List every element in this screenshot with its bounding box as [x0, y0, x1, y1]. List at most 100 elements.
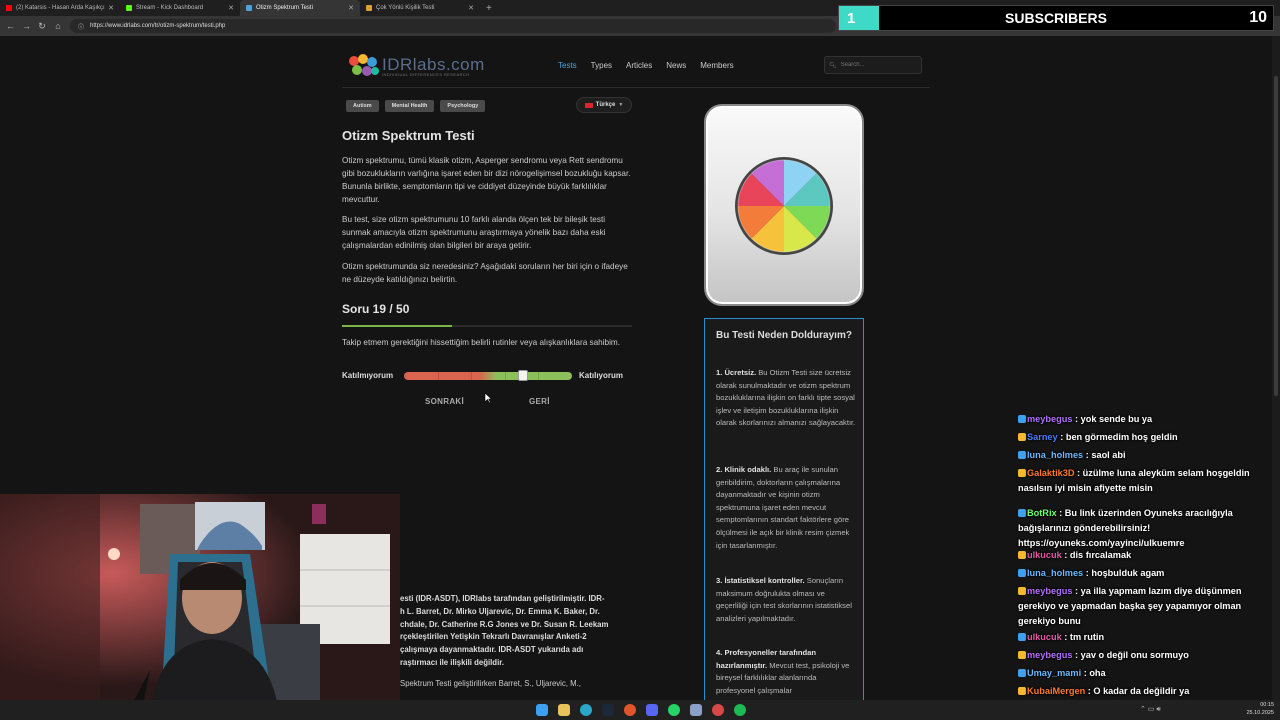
tag-autism[interactable]: Autism — [346, 100, 379, 112]
chat-badge-icon — [1018, 469, 1026, 477]
forward-arrow-icon[interactable]: → — [22, 21, 31, 31]
steam-icon[interactable] — [602, 704, 614, 716]
nav-types[interactable]: Types — [591, 61, 612, 70]
scale-disagree-label: Katılmıyorum — [342, 371, 394, 380]
tray-icons[interactable]: ⌃ ▭ 🔊︎ — [1140, 705, 1161, 714]
tag-psychology[interactable]: Psychology — [440, 100, 486, 112]
chat-username[interactable]: meybegus — [1027, 414, 1072, 424]
chat-username[interactable]: Umay_mami — [1027, 668, 1081, 678]
search-input[interactable] — [840, 62, 919, 68]
discord-icon[interactable] — [646, 704, 658, 716]
chat-badge-icon — [1018, 569, 1026, 577]
chat-message: luna_holmes : saol abi — [1018, 448, 1280, 463]
site-header: IDRlabs.com INDIVIDUAL DIFFERENCES RESEA… — [342, 48, 930, 88]
next-button[interactable]: SONRAKİ — [425, 397, 464, 406]
slider-thumb[interactable] — [518, 370, 528, 381]
chat-badge-icon — [1018, 415, 1026, 423]
app-icon[interactable] — [690, 704, 702, 716]
edge-icon[interactable] — [580, 704, 592, 716]
logo-dots-icon — [349, 54, 379, 76]
site-logo[interactable]: IDRlabs.com INDIVIDUAL DIFFERENCES RESEA… — [348, 52, 488, 80]
tab-otizm-spektrum[interactable]: Otizm Spektrum Testi ✕ — [240, 0, 360, 16]
windows-start-icon[interactable] — [536, 704, 548, 716]
tab-kick-dashboard[interactable]: Stream - Kick Dashboard ✕ — [120, 0, 240, 16]
file-explorer-icon[interactable] — [558, 704, 570, 716]
back-arrow-icon[interactable]: ← — [6, 21, 15, 31]
home-icon[interactable]: ⌂ — [54, 21, 62, 31]
chat-username[interactable]: ulkucuk — [1027, 632, 1062, 642]
why-item-statistical: 3. İstatistiksel kontroller. Sonuçların … — [716, 576, 852, 623]
stream-chat: meybegus : yok sende bu ya Sarney : ben g… — [1016, 412, 1280, 714]
nav-tests[interactable]: Tests — [558, 61, 577, 70]
chrome-icon[interactable] — [712, 704, 724, 716]
test-credits-text-2: Spektrum Testi geliştirilirken Barret, S… — [400, 679, 581, 688]
new-tab-button[interactable]: + — [480, 3, 492, 14]
chat-message: Galaktik3D : üzülme luna aleyküm selam h… — [1018, 468, 1250, 493]
tag-mental-health[interactable]: Mental Health — [384, 100, 435, 112]
chat-username[interactable]: luna_holmes — [1027, 568, 1083, 578]
subscriber-goal: 10 — [1249, 9, 1267, 26]
close-tab-icon[interactable]: ✕ — [108, 4, 114, 12]
language-select[interactable]: Türkçe ▼ — [576, 97, 632, 113]
question-progress-fill — [342, 325, 453, 327]
close-tab-icon[interactable]: ✕ — [348, 4, 354, 12]
webcam-image — [0, 494, 400, 720]
reload-icon[interactable]: ↻ — [38, 21, 46, 32]
screen: { "browser": { "tabs": [ {"label": "(2) … — [0, 0, 1280, 720]
chat-badge-icon — [1018, 687, 1026, 695]
nav-articles[interactable]: Articles — [626, 61, 652, 70]
chat-message: ulkucuk : tm rutin — [1018, 630, 1280, 645]
chat-message: meybegus : yok sende bu ya — [1018, 412, 1280, 427]
intro-paragraph-2: Bu test, size otizm spektrumunu 10 farkl… — [342, 215, 606, 250]
chat-username[interactable]: meybegus — [1027, 650, 1072, 660]
chat-message: meybegus : ya illa yapmam lazım diye düş… — [1018, 586, 1242, 626]
subscriber-progress-fill: 1 — [839, 6, 879, 30]
chat-text: yav o değil onu sormuyo — [1080, 650, 1189, 660]
question-counter: Soru 19 / 50 — [342, 302, 410, 316]
taskbar: ⌃ ▭ 🔊︎ 00:15 25.10.2025 — [0, 700, 1280, 720]
chat-badge-icon — [1018, 587, 1026, 595]
chat-username[interactable]: BotRix — [1027, 508, 1057, 518]
close-tab-icon[interactable]: ✕ — [228, 4, 234, 12]
chat-badge-icon — [1018, 551, 1026, 559]
agreement-slider[interactable] — [404, 372, 572, 380]
back-button[interactable]: GERİ — [529, 397, 550, 406]
chat-username[interactable]: Galaktik3D — [1027, 468, 1075, 478]
chat-badge-icon — [1018, 509, 1026, 517]
search-box: 🔍︎ — [824, 56, 922, 74]
tab-katarsis[interactable]: (2) Katarsis - Hasan Arda Kaşıkçı ✕ — [0, 0, 120, 16]
idrlabs-icon — [246, 5, 252, 11]
chat-username[interactable]: ulkucuk — [1027, 550, 1062, 560]
chat-message: luna_holmes : hoşbulduk agam — [1018, 566, 1280, 581]
chat-badge-icon — [1018, 633, 1026, 641]
close-tab-icon[interactable]: ✕ — [468, 4, 474, 12]
spotify-icon[interactable] — [734, 704, 746, 716]
chat-message: ulkucuk : dis fırcalamak — [1018, 548, 1280, 563]
scrollbar-thumb[interactable] — [1274, 76, 1278, 396]
chat-username[interactable]: KubaiMergen — [1027, 686, 1085, 696]
tag-list: Autism Mental Health Psychology — [346, 100, 486, 112]
page-title: Otizm Spektrum Testi — [342, 128, 475, 143]
chat-message: BotRix : Bu link üzerinden Oyuneks aracı… — [1018, 508, 1233, 548]
why-heading: Bu Testi Neden Doldurayım? — [716, 330, 852, 341]
subscriber-label: SUBSCRIBERS — [1005, 10, 1107, 26]
why-item-free: 1. Ücretsiz. Bu Otizm Testi size ücretsi… — [716, 368, 856, 428]
chat-username[interactable]: luna_holmes — [1027, 450, 1083, 460]
tab-kisilik-testi[interactable]: Çok Yönlü Kişilik Testi ✕ — [360, 0, 480, 16]
chat-message: Umay_mami : oha — [1018, 666, 1280, 681]
whatsapp-icon[interactable] — [668, 704, 680, 716]
chat-message: KubaiMergen : O kadar da değildir ya — [1018, 684, 1280, 699]
obs-icon[interactable] — [624, 704, 636, 716]
intro-paragraph-1: Otizm spektrumu, tümü klasik otizm, Aspe… — [342, 156, 631, 204]
test-credits-text: esti (IDR-ASDT), IDRlabs tarafından geli… — [400, 594, 609, 667]
nav-news[interactable]: News — [666, 61, 686, 70]
clock: 00:15 25.10.2025 — [1246, 702, 1274, 716]
chevron-down-icon: ▼ — [618, 102, 624, 108]
url-field[interactable]: ⓘ https://www.idrlabs.com/tr/otizm-spekt… — [70, 19, 836, 33]
chat-username[interactable]: Sarney — [1027, 432, 1058, 442]
chat-message: Sarney : ben görmedim hoş geldin — [1018, 430, 1280, 445]
nav-members[interactable]: Members — [700, 61, 733, 70]
site-info-icon[interactable]: ⓘ — [78, 22, 84, 31]
chat-username[interactable]: meybegus — [1027, 586, 1072, 596]
chat-text: yok sende bu ya — [1080, 414, 1153, 424]
